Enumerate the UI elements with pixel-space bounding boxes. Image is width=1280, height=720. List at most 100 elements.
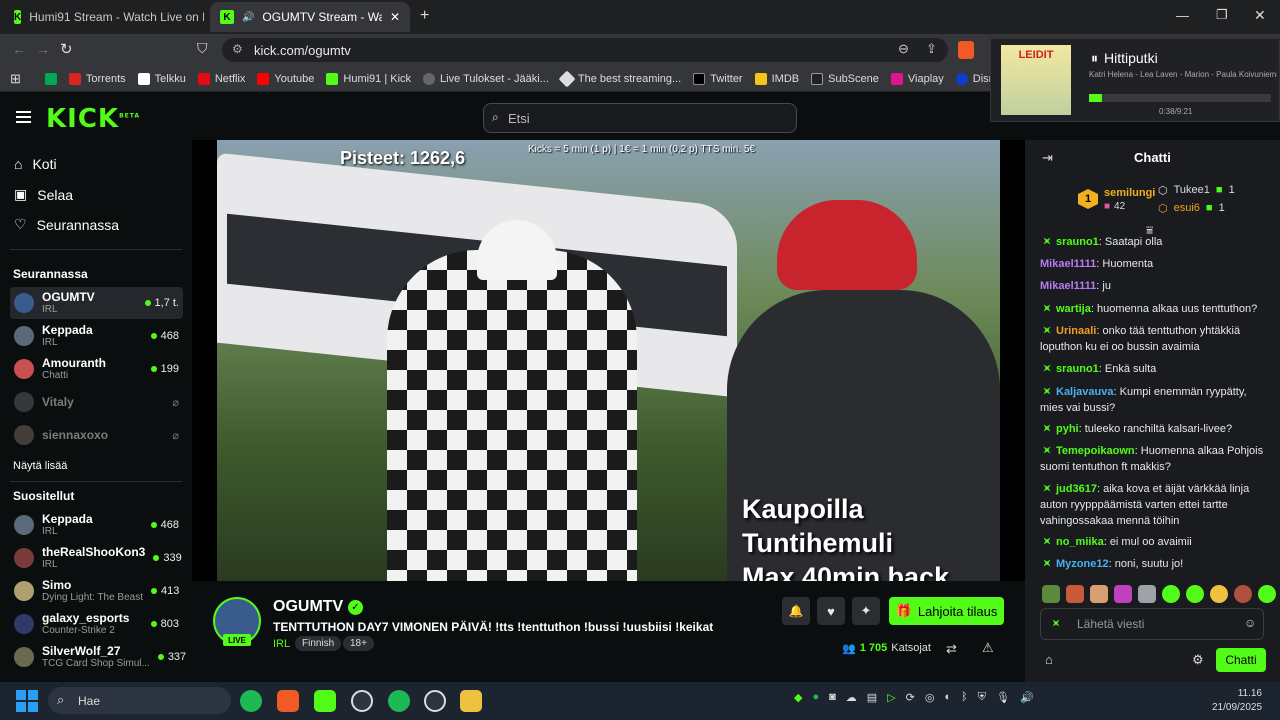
close-window-icon[interactable]: ✕ xyxy=(1254,7,1266,24)
following-item-ogumtv[interactable]: OGUMTV IRL 1,7 t. xyxy=(10,287,183,319)
media-popup[interactable]: LEIDIT ⏸ Hittiputki Katri Helena - Lea La… xyxy=(990,38,1280,122)
url-field[interactable]: ⚙ kick.com/ogumtv ⊖ ⇪ xyxy=(222,38,948,62)
bookmark-imdb[interactable]: IMDB xyxy=(754,72,799,85)
zoom-icon[interactable]: ⊖ xyxy=(898,41,909,57)
media-progress-bar[interactable] xyxy=(1089,94,1271,102)
tray-sync-icon[interactable]: ⟳ xyxy=(906,691,915,704)
bookmark-viaplay[interactable]: Viaplay xyxy=(890,72,944,85)
file-explorer-icon[interactable] xyxy=(460,690,482,712)
brave-shield-icon[interactable] xyxy=(958,41,974,59)
clock[interactable]: 11.16 21/09/2025 xyxy=(1212,687,1262,715)
tray-volume-icon[interactable]: 🔊 xyxy=(1020,691,1034,704)
report-icon[interactable]: ⚠ xyxy=(982,640,994,656)
bookmark-youtube[interactable]: Youtube xyxy=(257,72,314,85)
nav-home[interactable]: ⌂ Koti xyxy=(14,156,57,172)
chat-username[interactable]: Myzone12 xyxy=(1056,558,1109,570)
emote-icon[interactable] xyxy=(1186,585,1204,603)
minimize-icon[interactable]: — xyxy=(1176,8,1189,23)
bookmark-humi91[interactable]: Humi91 | Kick xyxy=(326,72,411,85)
collapse-chat-icon[interactable]: ⇥ xyxy=(1042,150,1053,166)
emote-icon[interactable] xyxy=(1162,585,1180,603)
nav-following[interactable]: ♡ Seurannassa xyxy=(14,216,119,233)
tray-mic-icon[interactable]: 🎙 xyxy=(996,691,1010,704)
bookmark-live-tulokset[interactable]: Live Tulokset - Jääki... xyxy=(423,72,549,85)
tray-bluetooth-icon[interactable]: ᛒ xyxy=(961,691,968,704)
following-item-amouranth[interactable]: Amouranth Chatti 199 xyxy=(10,353,183,385)
sparkle-button[interactable]: ✦ xyxy=(852,597,880,625)
nav-browse[interactable]: ▣ Selaa xyxy=(14,186,73,203)
kick-app-icon[interactable] xyxy=(314,690,336,712)
emote-icon[interactable] xyxy=(1234,585,1252,603)
emote-icon[interactable] xyxy=(1042,585,1060,603)
steam-icon[interactable] xyxy=(351,690,373,712)
tray-discord-icon[interactable]: ◙ xyxy=(829,691,836,704)
menu-icon[interactable] xyxy=(16,111,31,123)
emote-icon[interactable] xyxy=(1258,585,1276,603)
category-link[interactable]: IRL xyxy=(273,638,290,650)
chat-username[interactable]: srauno1 xyxy=(1056,363,1099,375)
chat-username[interactable]: pyhi xyxy=(1056,423,1079,435)
chat-username[interactable]: no_miika xyxy=(1056,536,1104,548)
channel-name[interactable]: OGUMTV xyxy=(273,598,343,616)
show-more-link[interactable]: Näytä lisää xyxy=(13,460,67,472)
bookmark-torrents[interactable]: Torrents xyxy=(68,72,126,85)
windows-start-icon[interactable] xyxy=(16,690,38,712)
tray-defender-icon[interactable]: ⛨ xyxy=(978,691,986,704)
share-icon[interactable]: ⇪ xyxy=(926,41,937,57)
tray-cloud-icon[interactable]: ☁ xyxy=(846,691,857,704)
spotify-icon-2[interactable] xyxy=(388,690,410,712)
tag-finnish[interactable]: Finnish xyxy=(295,636,342,651)
following-item-keppada[interactable]: Keppada IRL 468 xyxy=(10,320,183,352)
new-tab-button[interactable]: + xyxy=(420,7,429,25)
emote-icon[interactable] xyxy=(1114,585,1132,603)
emote-icon[interactable] xyxy=(1210,585,1228,603)
emote-icon[interactable] xyxy=(1090,585,1108,603)
taskbar-search-input[interactable]: ⌕ Hae xyxy=(48,687,231,714)
xbox-icon[interactable] xyxy=(424,690,446,712)
send-chat-button[interactable]: Chatti xyxy=(1216,648,1266,672)
tray-app-icon[interactable]: ◎ xyxy=(925,691,935,704)
recommended-item-silverwolf[interactable]: SilverWolf_27 TCG Card Shop Simul... 337 xyxy=(10,641,186,673)
recommended-item-keppada[interactable]: Keppada IRL 468 xyxy=(10,509,183,541)
bookmark-netflix[interactable]: Netflix xyxy=(197,72,245,85)
follow-button[interactable]: ♥ xyxy=(817,597,845,625)
chat-username[interactable]: Mikael1111 xyxy=(1040,280,1096,292)
store-icon[interactable]: ⌂ xyxy=(1045,652,1053,667)
gift-subscription-button[interactable]: 🎁 Lahjoita tilaus xyxy=(889,597,1004,625)
site-info-icon[interactable]: ⚙ xyxy=(232,42,243,56)
share-icon[interactable]: ⇄ xyxy=(946,641,957,657)
following-item-siennaxoxo[interactable]: siennaxoxo ⌀ xyxy=(10,419,183,451)
emote-icon[interactable] xyxy=(1066,585,1084,603)
chat-username[interactable]: jud3617 xyxy=(1056,483,1097,495)
chat-username[interactable]: Mikael1111 xyxy=(1040,258,1096,270)
tray-kick-icon[interactable]: ◆ xyxy=(794,691,802,704)
apps-icon[interactable]: ⊞ xyxy=(10,71,21,87)
recommended-item-therealshookon3[interactable]: theRealShooKon3 IRL 339 xyxy=(10,542,183,574)
tray-spotify-icon[interactable]: ● xyxy=(812,691,819,704)
recommended-item-simo[interactable]: Simo Dying Light: The Beast 413 xyxy=(10,575,183,607)
browser-tab-humi91[interactable]: K Humi91 Stream - Watch Live on Kick xyxy=(4,2,204,32)
tag-18plus[interactable]: 18+ xyxy=(343,636,374,651)
back-icon[interactable]: ← xyxy=(12,41,26,57)
close-tab-icon[interactable]: ✕ xyxy=(390,10,400,24)
video-player[interactable]: Pisteet: 1262,6 Kicks = 5 min (1 p) | 1€… xyxy=(192,140,1025,581)
kick-logo[interactable]: KICKBETA xyxy=(46,104,140,134)
emoji-icon[interactable]: ☺ xyxy=(1244,616,1256,630)
tray-play-icon[interactable]: ▷ xyxy=(887,691,895,704)
tray-gpu-icon[interactable]: ▤ xyxy=(867,691,877,704)
bookmark-subscene[interactable]: SubScene xyxy=(811,72,879,85)
search-input[interactable]: ⌕ Etsi xyxy=(483,103,797,133)
pause-icon[interactable]: ⏸ xyxy=(1091,50,1098,67)
chat-input[interactable]: Lähetä viesti ☺ xyxy=(1040,608,1264,640)
chat-username[interactable]: srauno1 xyxy=(1056,236,1099,248)
settings-icon[interactable]: ⚙ xyxy=(1192,652,1204,668)
following-item-vitaly[interactable]: Vitaly ⌀ xyxy=(10,386,183,418)
brave-icon[interactable] xyxy=(277,690,299,712)
chat-username[interactable]: Kaljavauva xyxy=(1056,386,1113,398)
maximize-icon[interactable]: ❐ xyxy=(1216,7,1228,23)
reload-icon[interactable]: ↻ xyxy=(60,40,73,58)
chat-username[interactable]: Temepoikaown xyxy=(1056,445,1135,457)
bookmark-icon[interactable]: ⛉ xyxy=(197,40,208,57)
browser-tab-ogumtv[interactable]: K 🔊 OGUMTV Stream - Watch Liv ✕ xyxy=(210,2,410,32)
notification-bell-button[interactable]: 🔔 xyxy=(782,597,810,625)
